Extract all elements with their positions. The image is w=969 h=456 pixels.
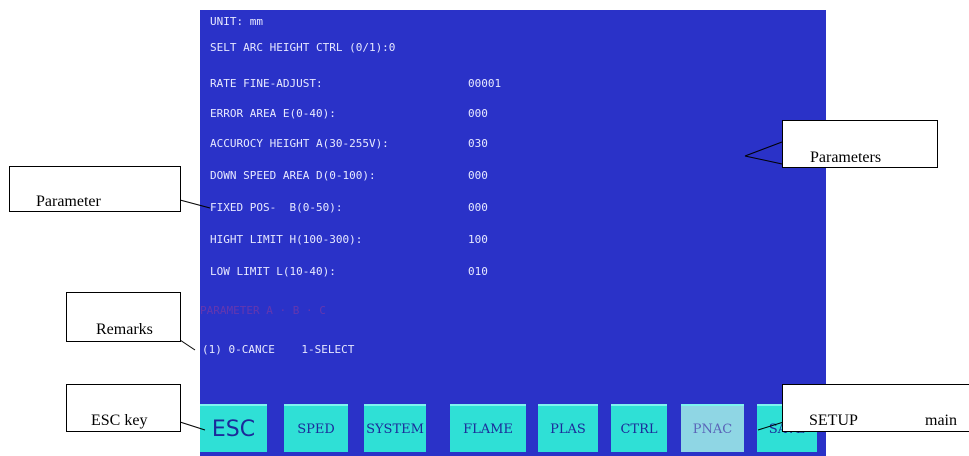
flame-key[interactable]: FLAME [450, 404, 526, 452]
system-key[interactable]: SYSTEM [364, 404, 426, 452]
param-accuracy-height-label: ACCUROCY HEIGHT A(30-255V): [210, 137, 389, 150]
param-error-area-value[interactable]: 000 [468, 104, 488, 124]
param-low-limit-label: LOW LIMIT L(10-40): [210, 265, 336, 278]
pnac-key[interactable]: PNAC [681, 404, 744, 452]
ctrl-key[interactable]: CTRL [611, 404, 667, 452]
esc-key[interactable]: ESC [200, 404, 267, 452]
param-arc-height-ctrl[interactable]: SELT ARC HEIGHT CTRL (0/1):0 [210, 38, 395, 58]
callout-esc-key: ESC key [66, 384, 181, 432]
controller-screen: UNIT: mm SELT ARC HEIGHT CTRL (0/1):0 RA… [200, 10, 826, 456]
callout-parameter: Parameter [9, 166, 181, 212]
param-error-area-label: ERROR AREA E(0-40): [210, 107, 336, 120]
param-rate-fine-adjust-value[interactable]: 00001 [468, 74, 501, 94]
sped-key[interactable]: SPED [284, 404, 348, 452]
remark-text: (1) 0-CANCE 1-SELECT [202, 343, 355, 356]
remark-faded: PARAMETER A · B · C [200, 304, 326, 317]
param-high-limit-value[interactable]: 100 [468, 230, 488, 250]
param-fixed-pos-label: FIXED POS- B(0-50): [210, 201, 343, 214]
param-high-limit-label: HIGHT LIMIT H(100-300): [210, 233, 363, 246]
param-low-limit-value[interactable]: 010 [468, 262, 488, 282]
callout-setup-main: SETUP main [782, 384, 969, 432]
callout-parameters: Parameters [782, 120, 938, 168]
param-accuracy-height-value[interactable]: 030 [468, 134, 488, 154]
param-rate-fine-adjust-label: RATE FINE-ADJUST: [210, 77, 323, 90]
param-down-speed-label: DOWN SPEED AREA D(0-100): [210, 169, 376, 182]
param-fixed-pos-value[interactable]: 000 [468, 198, 488, 218]
param-down-speed-value[interactable]: 000 [468, 166, 488, 186]
param-unit: UNIT: mm [210, 15, 263, 28]
callout-remarks: Remarks [66, 292, 181, 342]
plas-key[interactable]: PLAS [538, 404, 598, 452]
